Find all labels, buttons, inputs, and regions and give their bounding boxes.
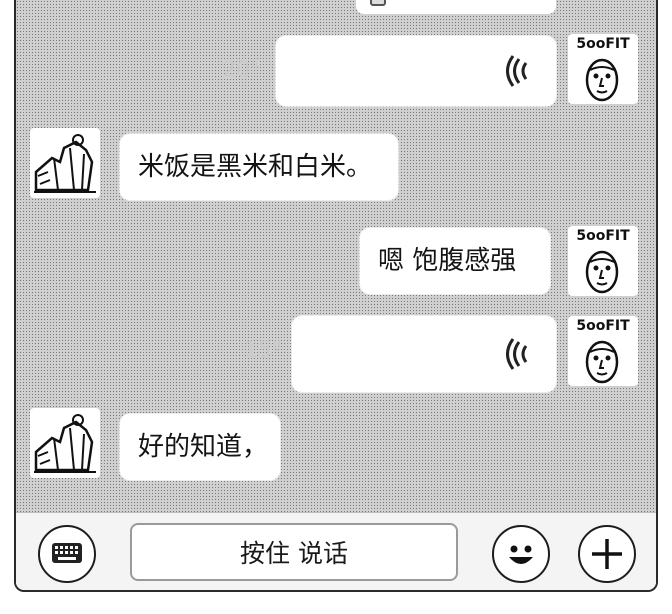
keyboard-icon [52,543,82,563]
partial-message-bubble[interactable] [356,0,556,14]
text-message-bubble[interactable]: 嗯 饱腹感强 [360,228,550,294]
text-message-bubble[interactable]: 米饭是黑米和白米。 [120,134,398,200]
plus-icon [592,539,622,569]
message-list[interactable]: 20" 5ooFIT 米饭是黑米和白米。 嗯 饱腹感强 5ooFIT 15" 5… [16,0,656,512]
voice-duration: 15" [244,338,283,363]
hold-to-talk-button[interactable]: 按住 说话 [130,523,458,581]
avatar-brand-text: 5ooFIT [576,228,630,244]
avatar-brand-text: 5ooFIT [576,36,630,52]
avatar-left[interactable] [30,408,100,478]
keyboard-toggle-button[interactable] [38,525,96,583]
message-text: 嗯 饱腹感强 [378,246,517,276]
voice-wave-icon [506,338,534,370]
message-text: 好的知道， [138,432,269,462]
avatar-left[interactable] [30,128,100,198]
partial-message-icon [370,0,386,6]
avatar-brand-text: 5ooFIT [576,318,630,334]
avatar-right[interactable]: 5ooFIT [568,34,638,104]
message-text: 米饭是黑米和白米。 [138,152,373,182]
emoji-icon [509,545,533,564]
avatar-right[interactable]: 5ooFIT [568,316,638,386]
chat-window: 20" 5ooFIT 米饭是黑米和白米。 嗯 饱腹感强 5ooFIT 15" 5… [14,0,658,592]
text-message-bubble[interactable]: 好的知道， [120,414,280,480]
more-options-button[interactable] [578,525,636,583]
emoji-button[interactable] [492,525,550,583]
avatar-right[interactable]: 5ooFIT [568,226,638,296]
voice-message-bubble[interactable] [276,36,556,106]
voice-wave-icon [506,55,534,87]
input-bar: 按住 说话 [16,512,656,590]
voice-duration: 20" [222,58,261,83]
voice-message-bubble[interactable] [292,316,556,392]
